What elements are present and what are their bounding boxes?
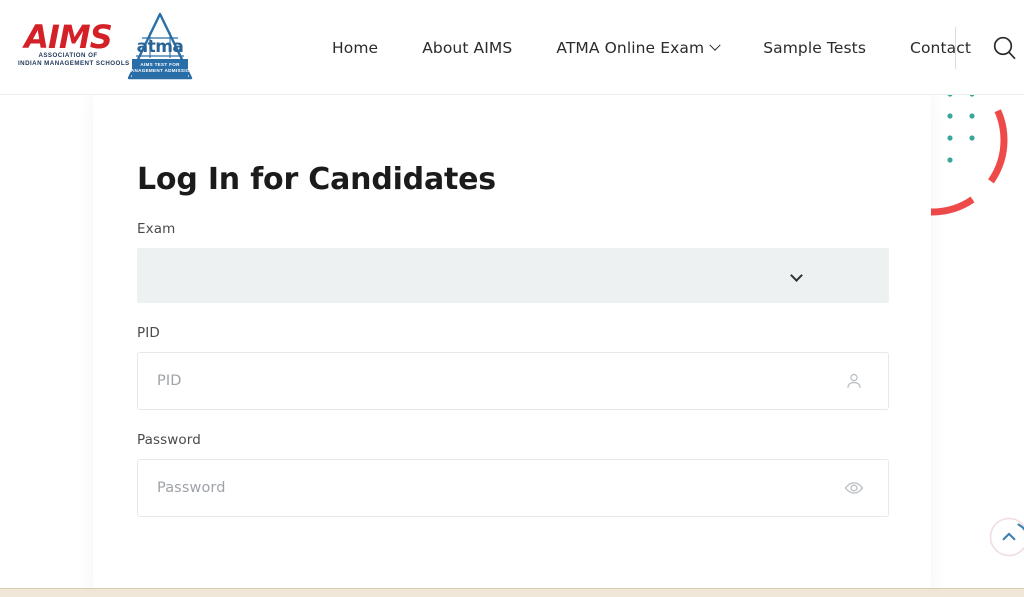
atma-wordmark: atma [136,37,184,57]
chevron-down-icon [790,269,803,282]
field-pid: PID [137,325,889,410]
atma-banner-line2: MANAGEMENT ADMISSION [126,68,194,73]
nav-item-sample-tests[interactable]: Sample Tests [741,39,888,57]
login-form: Log In for Candidates Exam PID PID Passw… [137,163,889,539]
exam-select[interactable] [137,248,889,303]
nav-label-sample-tests: Sample Tests [763,38,867,57]
header-divider [955,27,956,69]
aims-tagline-line2: INDIAN MANAGEMENT SCHOOLS [18,60,130,67]
page-root: Log In for Candidates Exam PID PID Passw… [0,0,1024,597]
exam-label: Exam [137,221,176,237]
nav-item-home[interactable]: Home [310,39,400,57]
bottom-strip [0,588,1024,597]
main-navigation: Home About AIMS ATMA Online Exam Sample … [310,0,993,95]
nav-item-atma-online-exam[interactable]: ATMA Online Exam [534,39,741,57]
scroll-to-top-button[interactable] [988,516,1024,558]
nav-item-contact[interactable]: Contact [888,39,993,57]
nav-label-home: Home [332,38,379,57]
field-password: Password [137,432,889,517]
search-icon[interactable] [990,33,1020,63]
password-label: Password [137,432,201,448]
aims-wordmark: AIMS [24,18,113,56]
nav-label-contact: Contact [910,38,972,57]
site-header: AIMS ASSOCIATION OF INDIAN MANAGEMENT SC… [0,0,1024,95]
header-bottom-border [0,94,1024,95]
atma-banner: AIMS TEST FOR MANAGEMENT ADMISSION [127,59,193,77]
nav-label-atma-online-exam: ATMA Online Exam [556,38,705,57]
login-card: Log In for Candidates Exam PID PID Passw… [93,95,931,597]
page-title: Log In for Candidates [137,162,496,197]
password-input[interactable] [157,480,844,496]
aims-logo[interactable]: AIMS ASSOCIATION OF INDIAN MANAGEMENT SC… [18,10,130,68]
atma-logo[interactable]: atma AIMS TEST FOR MANAGEMENT ADMISSION [126,10,194,82]
pid-input[interactable] [157,373,844,389]
user-icon [844,371,864,391]
chevron-down-icon [709,39,721,51]
pid-label: PID [137,325,160,341]
password-input-wrapper[interactable] [137,459,889,517]
nav-item-about-aims[interactable]: About AIMS [400,39,534,57]
eye-icon[interactable] [844,478,864,498]
logo-group[interactable]: AIMS ASSOCIATION OF INDIAN MANAGEMENT SC… [18,10,194,82]
nav-label-about-aims: About AIMS [422,38,513,57]
field-exam: Exam [137,221,889,303]
pid-input-wrapper[interactable] [137,352,889,410]
